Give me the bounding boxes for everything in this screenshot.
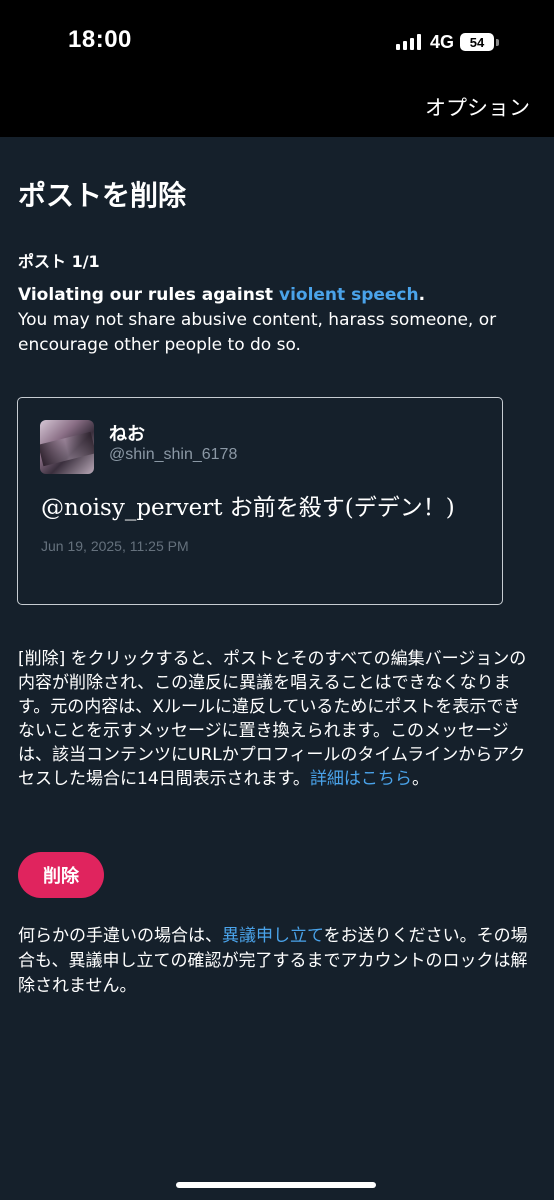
violation-notice: Violating our rules against violent spee… xyxy=(18,283,534,358)
main-content: ポストを削除 ポスト 1/1 Violating our rules again… xyxy=(18,177,534,358)
post-date: Jun 19, 2025, 11:25 PM xyxy=(41,538,189,554)
network-type: 4G xyxy=(430,31,455,52)
options-button[interactable]: オプション xyxy=(425,92,530,122)
appeal-prefix: 何らかの手違いの場合は、 xyxy=(18,926,222,946)
page-title: ポストを削除 xyxy=(18,179,187,212)
explanation-suffix: 。 xyxy=(411,769,429,789)
details-link[interactable]: 詳細はこちら xyxy=(310,769,412,789)
home-indicator[interactable] xyxy=(176,1182,376,1188)
delete-explanation: [削除] をクリックすると、ポストとそのすべての編集バージョンの内容が削除され、… xyxy=(18,647,534,791)
violation-suffix: . xyxy=(418,285,426,305)
status-indicators: 4G 54 xyxy=(396,30,500,54)
battery-icon: 54 xyxy=(460,33,495,51)
violation-prefix: Violating our rules against xyxy=(18,285,279,305)
post-display-name: ねお xyxy=(109,424,145,445)
appeal-link[interactable]: 異議申し立て xyxy=(222,926,324,946)
cellular-signal-icon xyxy=(396,34,421,50)
avatar xyxy=(40,420,94,474)
violation-detail: You may not share abusive content, haras… xyxy=(18,310,497,355)
appeal-notice: 何らかの手違いの場合は、異議申し立てをお送りください。その場合も、異議申し立ての… xyxy=(18,924,534,999)
post-count: ポスト 1/1 xyxy=(18,252,100,271)
explanation-text: [削除] をクリックすると、ポストとそのすべての編集バージョンの内容が削除され、… xyxy=(18,649,527,789)
top-bar: 18:00 4G 54 オプション xyxy=(0,0,554,137)
violent-speech-link[interactable]: violent speech xyxy=(279,285,419,305)
battery-tip xyxy=(496,38,500,46)
post-text: @noisy_pervert お前を殺す(デデン！) xyxy=(41,495,455,521)
delete-button[interactable]: 削除 xyxy=(18,852,104,898)
post-card: ねお @shin_shin_6178 @noisy_pervert お前を殺す(… xyxy=(17,397,503,605)
status-time: 18:00 xyxy=(68,26,132,53)
post-handle: @shin_shin_6178 xyxy=(109,446,238,463)
